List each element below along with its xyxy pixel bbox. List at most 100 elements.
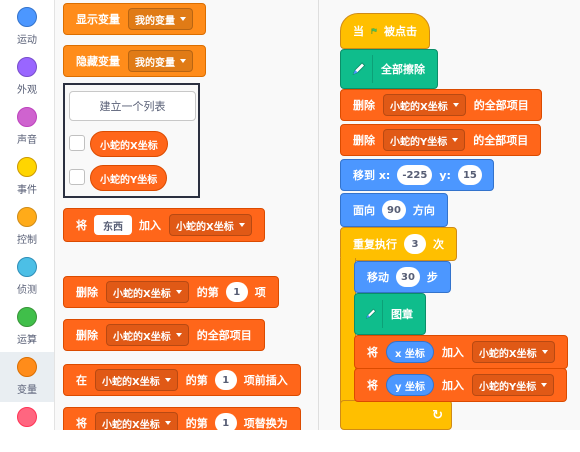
index-input[interactable]: 1	[225, 282, 248, 302]
variable-dropdown[interactable]: 我的变量	[128, 8, 193, 30]
block-label: 删除	[353, 99, 375, 112]
operators-dot-icon	[17, 307, 37, 327]
category-label: 声音	[17, 135, 37, 146]
block-label: 的第	[185, 374, 208, 387]
x-input[interactable]: -225	[397, 165, 433, 185]
delete-item-block[interactable]: 删除 小蛇的X坐标 的第 1 项	[63, 276, 279, 308]
when-flag-clicked-block[interactable]: 当 被点击	[340, 13, 430, 49]
category-variables[interactable]: 变量	[0, 352, 54, 402]
block-label: 加入	[139, 219, 161, 232]
category-my-blocks[interactable]	[0, 402, 54, 452]
value-input[interactable]: 东西	[94, 215, 132, 235]
dropdown-arrow-icon	[541, 383, 548, 387]
dropdown-arrow-icon	[164, 421, 171, 425]
category-label: 外观	[17, 85, 37, 96]
erase-all-block[interactable]: 全部擦除	[340, 49, 438, 89]
direction-input[interactable]: 90	[382, 200, 406, 220]
dropdown-value: 我的变量	[135, 15, 175, 27]
variable-dropdown[interactable]: 我的变量	[128, 50, 193, 72]
dropdown-value: 小蛇的X坐标	[176, 221, 234, 233]
list-dropdown[interactable]: 小蛇的X坐标	[471, 341, 555, 363]
hide-variable-block[interactable]: 隐藏变量 我的变量	[63, 45, 206, 77]
list-dropdown[interactable]: 小蛇的X坐标	[169, 214, 252, 236]
block-label: 图章	[391, 308, 413, 321]
motion-dot-icon	[17, 7, 37, 27]
dropdown-value: 小蛇的X坐标	[102, 419, 160, 431]
x-position-reporter[interactable]: x 坐标	[386, 341, 434, 363]
list-dropdown[interactable]: 小蛇的X坐标	[383, 94, 466, 116]
block-label: 加入	[442, 379, 464, 392]
category-label: 运算	[17, 335, 37, 346]
steps-input[interactable]: 30	[396, 267, 420, 287]
block-label: 当	[353, 25, 364, 38]
index-input[interactable]: 1	[214, 413, 237, 430]
list-dropdown[interactable]: 小蛇的X坐标	[95, 369, 178, 391]
list-dropdown[interactable]: 小蛇的Y坐标	[472, 374, 555, 396]
dropdown-arrow-icon	[238, 223, 245, 227]
list-reporter-x[interactable]: 小蛇的X坐标	[90, 131, 168, 157]
stamp-block[interactable]: 图章	[354, 293, 426, 335]
dropdown-value: 小蛇的X坐标	[102, 376, 160, 388]
list-checkbox[interactable]	[69, 135, 85, 151]
dropdown-value: 小蛇的X坐标	[113, 331, 171, 343]
my-blocks-dot-icon	[17, 407, 37, 427]
go-to-xy-block[interactable]: 移到 x: -225 y: 15	[340, 159, 494, 191]
index-input[interactable]: 1	[214, 370, 237, 390]
variables-dot-icon	[17, 357, 37, 377]
category-looks[interactable]: 外观	[0, 52, 54, 102]
dropdown-arrow-icon	[452, 103, 459, 107]
list-dropdown[interactable]: 小蛇的X坐标	[106, 324, 189, 346]
dropdown-arrow-icon	[164, 378, 171, 382]
block-label: 移动	[367, 271, 389, 284]
list-dropdown[interactable]: 小蛇的Y坐标	[383, 129, 466, 151]
make-list-button[interactable]: 建立一个列表	[69, 91, 196, 121]
block-label: 方向	[412, 204, 435, 217]
insert-at-block[interactable]: 在 小蛇的X坐标 的第 1 项前插入	[63, 364, 301, 396]
repeat-block[interactable]: 重复执行 3 次	[340, 227, 457, 261]
category-motion[interactable]: 运动	[0, 2, 54, 52]
block-label: 的第	[196, 286, 219, 299]
list-checkbox[interactable]	[69, 169, 85, 185]
category-sensing[interactable]: 侦测	[0, 252, 54, 302]
script-workspace[interactable]: 当 被点击 全部擦除 删除 小蛇的X坐标 的全部项目 删除 小蛇的Y坐标 的全部…	[319, 0, 580, 430]
category-control[interactable]: 控制	[0, 202, 54, 252]
move-steps-block[interactable]: 移动 30 步	[354, 261, 451, 293]
block-label: 重复执行	[353, 238, 397, 251]
dropdown-value: 我的变量	[135, 57, 175, 69]
dropdown-value: 小蛇的X坐标	[390, 101, 448, 113]
looks-dot-icon	[17, 57, 37, 77]
show-variable-block[interactable]: 显示变量 我的变量	[63, 3, 206, 35]
sensing-dot-icon	[17, 257, 37, 277]
point-in-direction-block[interactable]: 面向 90 方向	[340, 193, 448, 227]
list-reporter-y[interactable]: 小蛇的Y坐标	[90, 165, 168, 191]
repeat-count-input[interactable]: 3	[404, 234, 426, 254]
block-label: 面向	[353, 204, 375, 217]
y-position-reporter[interactable]: y 坐标	[386, 374, 434, 396]
list-dropdown[interactable]: 小蛇的X坐标	[95, 412, 178, 430]
dropdown-arrow-icon	[452, 138, 459, 142]
dropdown-arrow-icon	[180, 17, 186, 21]
category-sound[interactable]: 声音	[0, 102, 54, 152]
block-label: 将	[76, 219, 87, 232]
category-label: 控制	[17, 235, 37, 246]
block-label: 项	[254, 286, 266, 299]
block-label: 将	[367, 379, 378, 392]
block-label: 全部擦除	[381, 63, 425, 76]
delete-all-block[interactable]: 删除 小蛇的X坐标 的全部项目	[63, 319, 265, 351]
pen-icon	[365, 308, 377, 319]
dropdown-value: 小蛇的Y坐标	[390, 136, 448, 148]
category-events[interactable]: 事件	[0, 152, 54, 202]
repeat-block-footer: ↻	[340, 400, 452, 430]
replace-at-block[interactable]: 将 小蛇的X坐标 的第 1 项替换为	[63, 407, 301, 430]
add-y-to-list-block[interactable]: 将 y 坐标 加入 小蛇的Y坐标	[354, 368, 568, 402]
dropdown-arrow-icon	[541, 350, 548, 354]
delete-all-x-block[interactable]: 删除 小蛇的X坐标 的全部项目	[340, 89, 542, 121]
y-input[interactable]: 15	[457, 165, 482, 185]
add-to-list-block[interactable]: 将 东西 加入 小蛇的X坐标	[63, 208, 265, 242]
block-label: 加入	[441, 346, 464, 359]
delete-all-y-block[interactable]: 删除 小蛇的Y坐标 的全部项目	[340, 124, 542, 156]
list-dropdown[interactable]: 小蛇的X坐标	[106, 281, 189, 303]
category-operators[interactable]: 运算	[0, 302, 54, 352]
block-label: 步	[426, 271, 438, 284]
add-x-to-list-block[interactable]: 将 x 坐标 加入 小蛇的X坐标	[354, 335, 568, 369]
